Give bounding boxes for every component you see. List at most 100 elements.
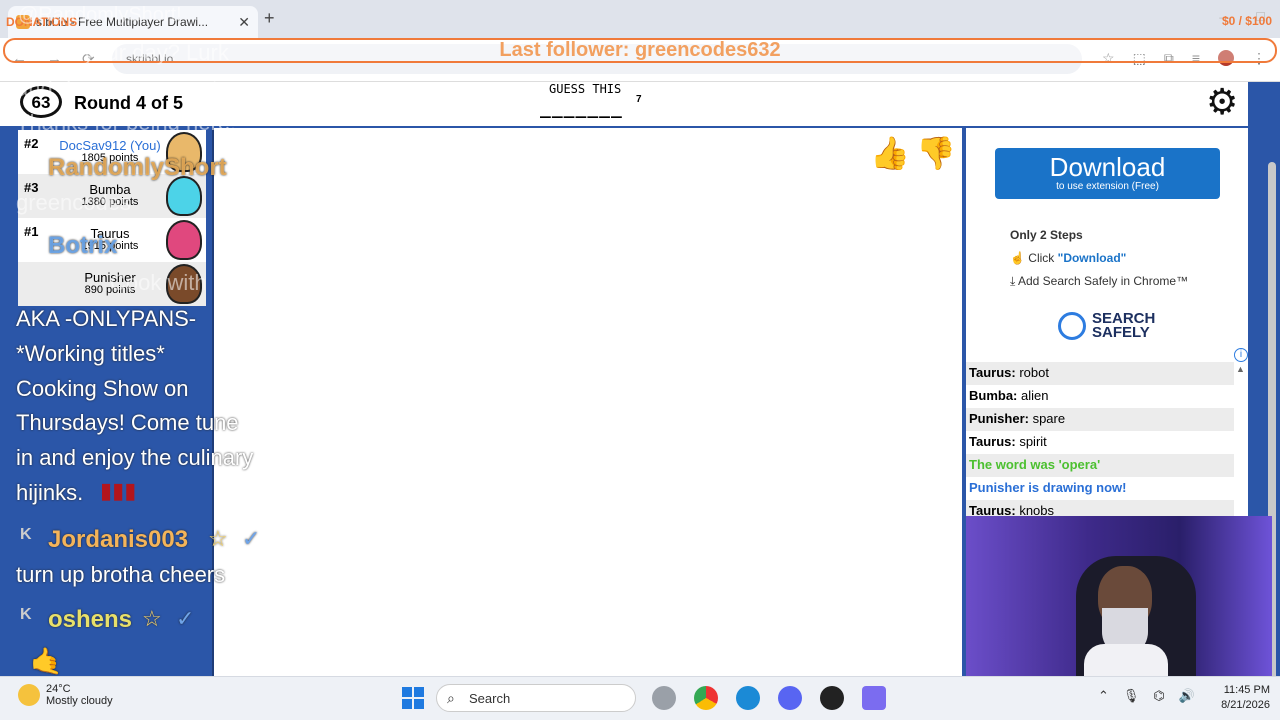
overlay-chat-line: turn up brotha cheers [16,562,226,587]
chrome-app-icon[interactable] [694,686,718,710]
chat-scroll-up-icon[interactable]: ▲ [1236,364,1245,374]
taskbar-search-label: Search [469,691,511,706]
word-hint: _______ [540,98,623,119]
taskbar-apps [652,686,886,710]
chat-text: robot [1015,365,1049,380]
overlay-chat-line: greencodes [16,190,131,215]
thumbs-up-icon[interactable]: 👍 [870,134,910,174]
hand-wave-icon: 🤙 [30,646,63,676]
player-name: DocSav912 (You) [59,138,161,153]
overlay-chat-line: How's your day? Lurk [18,40,229,65]
kick-badge-icon: K [20,606,32,623]
overlay-chat-username: Jordanis003 [48,526,189,553]
chat-author: Taurus: [969,434,1016,449]
logo-line-2: SAFELY [1092,324,1150,341]
volume-icon[interactable]: 🔊 [1179,688,1195,704]
step-2-text: Add Search Safely in Chrome™ [1017,274,1189,288]
settings-app-icon[interactable] [652,686,676,710]
weather-widget[interactable]: 24°C Mostly cloudy [18,683,113,707]
overlay-chat-line: Cooking Show on [16,376,189,401]
weather-text: Mostly cloudy [46,695,113,707]
star-icon: ☆ [142,606,162,631]
chat-text: spirit [1015,434,1047,449]
player-rank: #2 [24,136,39,151]
overlay-chat-line: Thursdays! Come tune [16,410,239,435]
chat-system-message: The word was 'opera' [966,454,1234,477]
overlay-chat-line: in and enjoy the culinary [16,445,254,470]
donation-goal: $0 / $100 [1221,14,1272,28]
clock-date: 8/21/2026 [1221,699,1270,711]
chat-author: Punisher: [969,411,1029,426]
gear-icon[interactable]: ⚙ [1206,84,1246,120]
step-1: ☝ Click "Download" [1010,247,1188,270]
star-icon: ☆ [208,526,228,551]
system-tray: ⌃ 🎙 ⌬ 🔊 [1098,688,1195,704]
info-icon[interactable]: i [1234,348,1248,362]
globe-icon [1058,312,1086,340]
guess-label: GUESS THIS [549,82,622,96]
windows-start-icon[interactable] [402,687,424,709]
chat-author: Taurus: [969,503,1016,516]
kick-badge-icon: K [20,526,32,543]
weather-temp: 24°C [46,683,71,695]
player-avatar [166,176,202,216]
chat-text: knobs [1015,503,1055,516]
taskbar [0,676,1280,720]
drawing-canvas[interactable] [212,128,962,676]
obs-app-icon[interactable] [820,686,844,710]
download-sublabel: to use extension (Free) [1056,181,1159,192]
ad-steps: Only 2 Steps ☝ Click "Download" ⤓ Add Se… [1010,224,1188,293]
network-icon[interactable]: ⌬ [1153,688,1164,704]
chat-text: spare [1028,411,1066,426]
overlay-chat-line: Cook with pots [110,270,255,295]
overlay-chat-username: oshens [48,606,133,633]
fez-emote-icon: ▮▮▮ [100,478,137,503]
download-arrow-icon: ⤓ [1010,274,1018,288]
verified-icon: ✓ [176,606,195,631]
chat-message: Punisher: spare [966,408,1234,431]
chat-message: Taurus: knobs [966,500,1234,516]
chat-text: alien [1017,388,1049,403]
overlay-chat-line: Thanks for being here! [16,110,237,135]
clock-time: 11:45 PM [1223,684,1270,696]
word-length: 7 [636,94,642,105]
overlay-chat-line: *Working titles* [16,341,165,366]
overlay-chat-line: @RandomlyShort! [18,4,182,26]
new-tab-button[interactable]: + [264,8,275,29]
system-clock[interactable]: 11:45 PM 8/21/2026 [1200,683,1270,713]
game-chat: Taurus: robot Bumba: alien Punisher: spa… [966,362,1248,516]
webcam-feed [966,516,1272,686]
streamlabs-app-icon[interactable] [862,686,886,710]
edge-app-icon[interactable] [736,686,760,710]
click-icon: ☝ [1010,251,1029,265]
tab-strip: s.bl.io - Free Multiplayer Drawi... ✕ + … [0,0,1280,38]
player-avatar [166,220,202,260]
overlay-chat-username: Botrix [48,232,118,259]
taskbar-search[interactable]: ⌕ Search [436,684,636,712]
microphone-icon[interactable]: 🎙 [1123,688,1140,704]
tab-close-button[interactable]: ✕ [238,14,250,31]
step-2: ⤓ Add Search Safely in Chrome™ [1010,270,1188,293]
chat-message: Bumba: alien [966,385,1234,408]
chevron-up-icon[interactable]: ⌃ [1098,688,1109,704]
download-button[interactable]: Download to use extension (Free) [995,148,1220,199]
overlay-chat-line: and drop some emotes. [16,76,248,101]
thumbs-down-icon[interactable]: 👎 [916,134,956,174]
search-safely-logo: SEARCH SAFELY [1058,311,1155,341]
chat-message: Taurus: spirit [966,431,1234,454]
discord-app-icon[interactable] [778,686,802,710]
step-1-prefix: Click [1028,251,1058,265]
steps-title: Only 2 Steps [1010,228,1083,242]
player-rank: #1 [24,224,39,239]
verified-icon: ✓ [242,526,261,551]
chat-author: Taurus: [969,365,1016,380]
overlay-chat-line: AKA -ONLYPANS- [16,306,197,331]
search-icon: ⌕ [447,690,455,706]
step-1-link[interactable]: "Download" [1058,251,1127,265]
chat-message: Taurus: robot [966,362,1234,385]
chat-author: Bumba: [969,388,1018,403]
overlay-chat-line: hijinks. [16,480,84,505]
chat-system-message: Punisher is drawing now! [969,480,1127,495]
overlay-chat-username: RandomlyShort [48,154,227,181]
download-label: Download [1049,152,1166,182]
